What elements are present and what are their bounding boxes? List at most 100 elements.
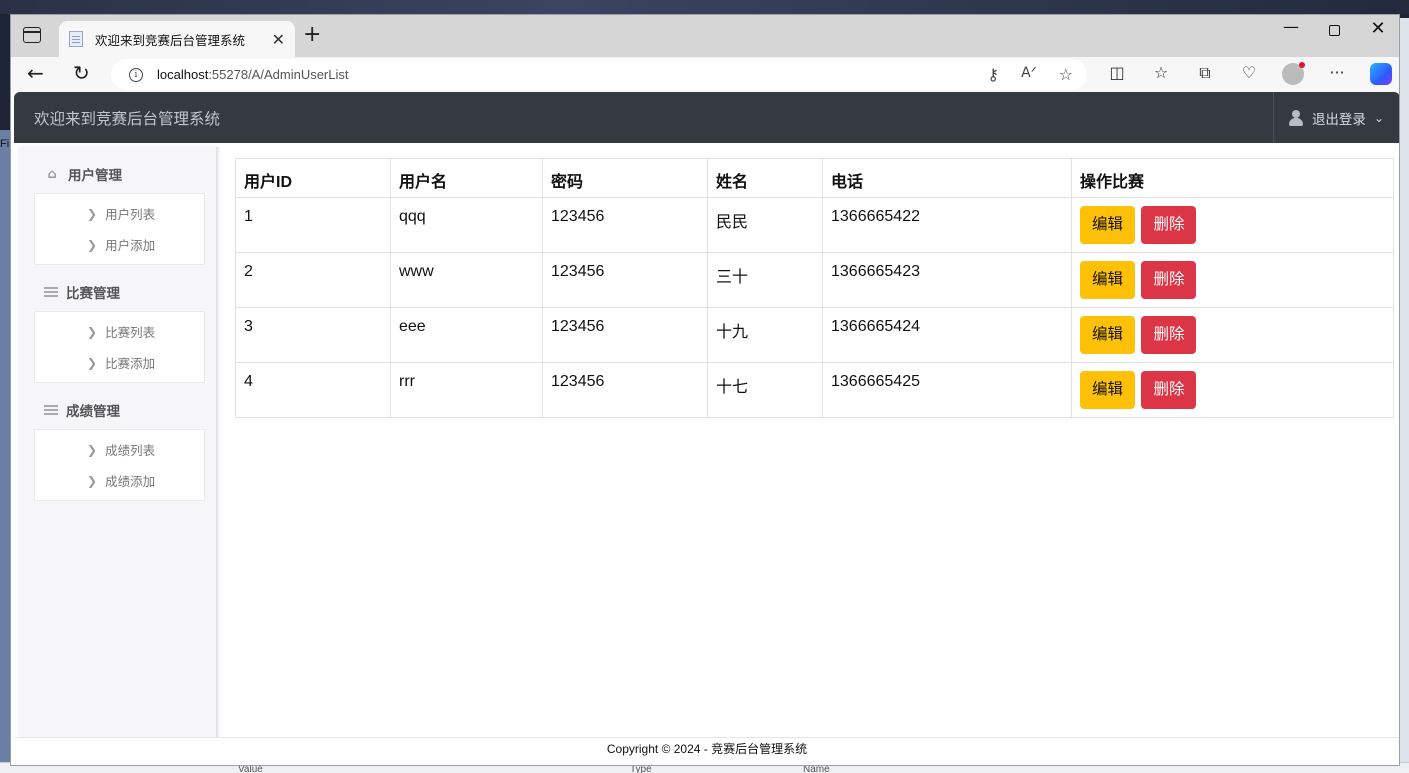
cell-username: rrr: [390, 362, 543, 418]
address-bar[interactable]: i localhost:55278/A/AdminUserList ⚷ Aᐟ ☆: [111, 59, 1087, 90]
delete-button[interactable]: 删除: [1141, 206, 1197, 244]
menu-icon: [44, 287, 58, 297]
sidebar-item-user-add[interactable]: ❯ 用户添加: [35, 229, 204, 260]
key-icon[interactable]: ⚷: [987, 65, 999, 84]
browser-essentials-icon[interactable]: ♡: [1237, 63, 1261, 89]
cell-user-id: 4: [235, 362, 391, 418]
more-menu-icon[interactable]: ···: [1325, 63, 1349, 89]
table-row: 2 www 123456 三十 1366665423 编辑 删除: [235, 252, 1394, 308]
profile-avatar[interactable]: [1281, 62, 1305, 89]
column-header-username: 用户名: [390, 158, 543, 198]
delete-button[interactable]: 删除: [1141, 261, 1197, 299]
logout-dropdown[interactable]: 退出登录 ⌄: [1272, 92, 1399, 143]
edit-button[interactable]: 编辑: [1080, 261, 1136, 299]
tab-title: 欢迎来到竞赛后台管理系统: [95, 32, 246, 48]
cell-phone: 1366665424: [822, 307, 1072, 363]
user-icon: [1288, 109, 1304, 126]
tab-actions-icon[interactable]: [23, 27, 41, 43]
delete-button[interactable]: 删除: [1141, 371, 1197, 409]
cell-actions: 编辑 删除: [1071, 252, 1394, 308]
active-tab[interactable]: 欢迎来到竞赛后台管理系统 ✕: [59, 21, 295, 57]
chevron-right-icon: ❯: [87, 355, 98, 370]
cell-phone: 1366665425: [822, 362, 1072, 418]
edit-button[interactable]: 编辑: [1080, 316, 1136, 354]
chevron-right-icon: ❯: [87, 473, 98, 488]
table-row: 4 rrr 123456 十七 1366665425 编辑 删除: [235, 362, 1394, 418]
window-close-icon[interactable]: ✕: [1366, 18, 1390, 39]
cell-name: 三十: [707, 252, 823, 308]
sidebar-submenu: ❯ 比赛列表 ❯ 比赛添加: [34, 311, 205, 383]
sidebar-item-competition-list[interactable]: ❯ 比赛列表: [35, 316, 204, 347]
app-title: 欢迎来到竞赛后台管理系统: [34, 109, 221, 128]
maximize-icon[interactable]: [1322, 21, 1346, 40]
logout-label: 退出登录: [1311, 111, 1366, 128]
sidebar-item-score-add[interactable]: ❯ 成绩添加: [35, 465, 204, 496]
edit-button[interactable]: 编辑: [1080, 371, 1136, 409]
minimize-icon[interactable]: —: [1279, 17, 1303, 36]
cell-phone: 1366665422: [822, 197, 1072, 253]
sidebar-item-user-list[interactable]: ❯ 用户列表: [35, 198, 204, 229]
sidebar-group-competition[interactable]: 比赛管理: [18, 275, 216, 309]
cell-password: 123456: [542, 307, 708, 363]
page-favicon-icon: [69, 31, 83, 47]
split-screen-icon[interactable]: ◫: [1105, 63, 1129, 89]
browser-toolbar: ← ↻ i localhost:55278/A/AdminUserList ⚷ …: [11, 57, 1399, 92]
cell-phone: 1366665423: [822, 252, 1072, 308]
cell-username: qqq: [390, 197, 543, 253]
cell-name: 民民: [707, 197, 823, 253]
chevron-right-icon: ❯: [87, 324, 98, 339]
collections-icon[interactable]: ⧉: [1193, 63, 1217, 89]
cell-username: www: [390, 252, 543, 308]
cell-actions: 编辑 删除: [1071, 197, 1394, 253]
new-tab-icon[interactable]: +: [303, 23, 321, 47]
menu-icon: [44, 405, 58, 415]
table-row: 1 qqq 123456 民民 1366665422 编辑 删除: [235, 197, 1394, 253]
cell-user-id: 1: [235, 197, 391, 253]
sidebar-item-label: 比赛列表: [105, 325, 156, 340]
read-aloud-icon[interactable]: Aᐟ: [1021, 65, 1037, 84]
cell-password: 123456: [542, 362, 708, 418]
chevron-right-icon: ❯: [87, 237, 98, 252]
cell-password: 123456: [542, 197, 708, 253]
tab-close-icon[interactable]: ✕: [272, 30, 285, 49]
copilot-icon: [1370, 63, 1392, 85]
site-info-icon[interactable]: i: [129, 67, 143, 82]
sidebar-item-score-list[interactable]: ❯ 成绩列表: [35, 434, 204, 465]
edit-button[interactable]: 编辑: [1080, 206, 1136, 244]
favorites-icon[interactable]: ☆: [1149, 63, 1173, 89]
sidebar-group-label: 比赛管理: [66, 286, 120, 302]
desktop-background: [0, 0, 1409, 14]
sidebar-group-label: 用户管理: [68, 168, 122, 184]
column-header-password: 密码: [542, 158, 708, 198]
delete-button[interactable]: 删除: [1141, 316, 1197, 354]
sidebar-item-competition-add[interactable]: ❯ 比赛添加: [35, 347, 204, 378]
tab-strip: 欢迎来到竞赛后台管理系统 ✕ + — ✕: [11, 15, 1399, 57]
cell-user-id: 3: [235, 307, 391, 363]
column-header-phone: 电话: [822, 158, 1072, 198]
page-footer: Copyright © 2024 - 竞赛后台管理系统: [14, 737, 1399, 765]
sidebar-item-label: 成绩列表: [105, 443, 156, 458]
main-content: 用户ID 用户名 密码 姓名 电话 操作比赛 1 qqq 123456 民民 1: [235, 158, 1394, 418]
user-table: 用户ID 用户名 密码 姓名 电话 操作比赛 1 qqq 123456 民民 1: [235, 158, 1394, 418]
sidebar-group-label: 成绩管理: [66, 404, 120, 420]
column-header-name: 姓名: [707, 158, 823, 198]
back-arrow-icon[interactable]: ←: [27, 62, 44, 84]
desktop-left-text: Fi: [0, 138, 10, 150]
home-icon: ⌂: [47, 166, 57, 182]
copilot-button[interactable]: [1369, 63, 1393, 89]
sidebar-item-label: 成绩添加: [105, 474, 156, 489]
app-container: 欢迎来到竞赛后台管理系统 退出登录 ⌄ ⌂ 用户管理 ❯ 用户列表 ❯ 用户添加 比…: [14, 92, 1399, 765]
chevron-right-icon: ❯: [87, 206, 98, 221]
cell-actions: 编辑 删除: [1071, 362, 1394, 418]
sidebar-group-score[interactable]: 成绩管理: [18, 393, 216, 427]
sidebar-group-user[interactable]: ⌂ 用户管理: [18, 157, 216, 191]
reload-icon[interactable]: ↻: [73, 62, 90, 84]
chevron-right-icon: ❯: [87, 442, 98, 457]
cell-password: 123456: [542, 252, 708, 308]
sidebar-submenu: ❯ 用户列表 ❯ 用户添加: [34, 193, 205, 265]
table-row: 3 eee 123456 十九 1366665424 编辑 删除: [235, 307, 1394, 363]
favorite-star-icon[interactable]: ☆: [1059, 65, 1073, 84]
chevron-down-icon: ⌄: [1373, 110, 1384, 125]
table-header-row: 用户ID 用户名 密码 姓名 电话 操作比赛: [235, 158, 1394, 198]
url-text: localhost:55278/A/AdminUserList: [157, 67, 349, 82]
